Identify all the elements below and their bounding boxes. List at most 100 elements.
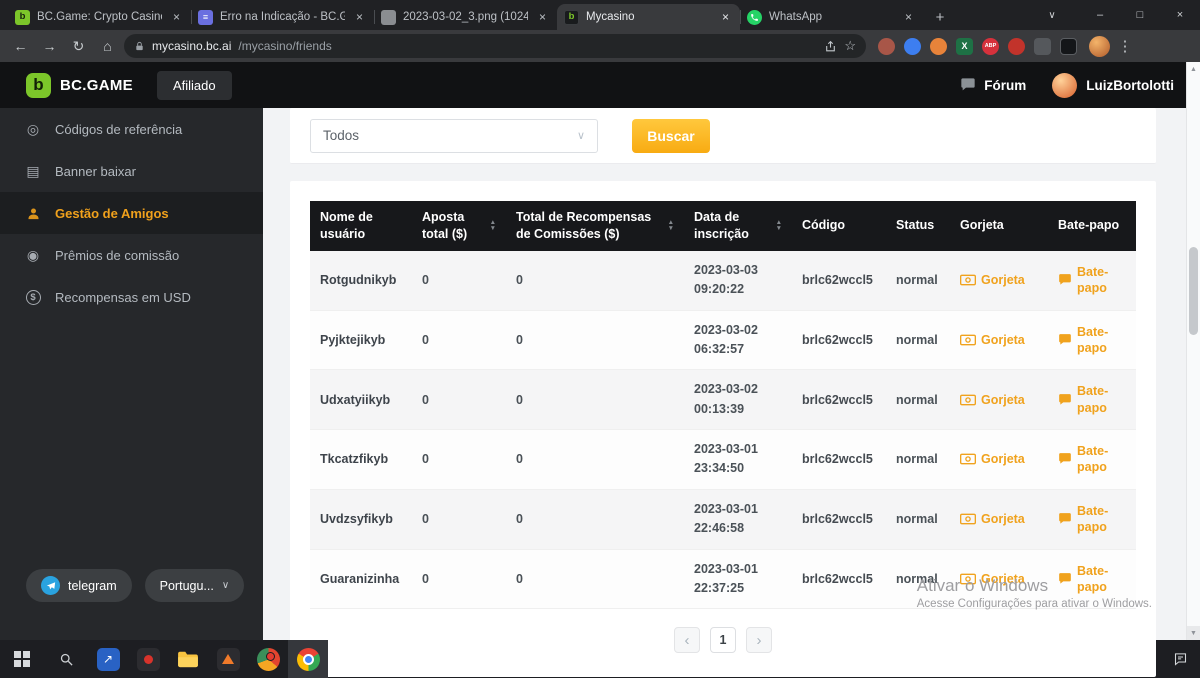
filter-select[interactable]: Todos ∨ — [310, 119, 598, 153]
mycasino-favicon: b — [564, 10, 579, 25]
scroll-down-icon[interactable]: ▼ — [1187, 626, 1200, 640]
bcgame-logo[interactable]: b BC.GAME — [26, 73, 133, 98]
tip-button[interactable]: Gorjeta — [960, 333, 1038, 347]
pinned-app-4-button[interactable] — [208, 640, 248, 678]
tip-button[interactable]: Gorjeta — [960, 512, 1038, 526]
file-explorer-button[interactable] — [168, 640, 208, 678]
sidebar-item-referral-codes[interactable]: ◎ Códigos de referência — [0, 108, 263, 150]
start-button[interactable] — [0, 640, 44, 678]
back-icon[interactable]: ← — [8, 34, 33, 59]
home-icon[interactable]: ⌂ — [95, 34, 120, 59]
pinned-app-2-button[interactable] — [128, 640, 168, 678]
pinned-app-1-button[interactable]: ↗ — [88, 640, 128, 678]
chat-button[interactable]: Bate-papo — [1058, 383, 1126, 416]
tab-mycasino-active[interactable]: b Mycasino × — [557, 4, 740, 30]
bet-total-cell: 0 — [422, 273, 429, 287]
sort-icon[interactable]: ▲▼ — [490, 220, 496, 231]
refresh-icon[interactable]: ↻ — [66, 34, 91, 59]
tab-image-png[interactable]: 2023-03-02_3.png (1024×76 × — [374, 4, 557, 30]
browser-menu-icon[interactable]: ⋮ — [1114, 37, 1136, 55]
tip-button[interactable]: Gorjeta — [960, 572, 1038, 586]
friends-icon — [24, 206, 42, 221]
signup-date-cell: 2023-03-0123:34:50 — [694, 440, 782, 479]
telegram-button[interactable]: telegram — [26, 569, 132, 602]
tab-bcgame[interactable]: b BC.Game: Crypto Casino Gam × — [8, 4, 191, 30]
pagination-prev-icon[interactable]: ‹ — [674, 627, 700, 653]
col-bet-total[interactable]: Aposta total ($) ▲▼ — [412, 201, 506, 251]
forward-icon[interactable]: → — [37, 34, 62, 59]
status-cell: normal — [896, 512, 938, 526]
tab-erro-indicacao[interactable]: ≡ Erro na Indicação - BC.Game × — [191, 4, 374, 30]
tip-button[interactable]: Gorjeta — [960, 393, 1038, 407]
sidebar-item-label: Banner baixar — [55, 164, 136, 179]
tab-search-chevron-icon[interactable]: ∨ — [1032, 0, 1072, 30]
adblock-extension-icon[interactable]: ABP — [982, 38, 999, 55]
forum-link[interactable]: Fórum — [960, 77, 1026, 93]
window-close-button[interactable]: × — [1160, 0, 1200, 30]
language-selector[interactable]: Portugu... ∨ — [145, 569, 245, 602]
chat-button[interactable]: Bate-papo — [1058, 563, 1126, 596]
extension-icon-8[interactable] — [1060, 38, 1077, 55]
pagination: ‹ 1 › — [310, 627, 1136, 653]
screen: b BC.Game: Crypto Casino Gam × ≡ Erro na… — [0, 0, 1200, 678]
user-menu[interactable]: LuizBortolotti — [1052, 73, 1174, 98]
site-header: b BC.GAME Afiliado Fórum LuizBortolotti — [0, 62, 1200, 108]
username-cell: Rotgudnikyb — [320, 273, 396, 287]
scroll-up-icon[interactable]: ▲ — [1187, 62, 1200, 76]
window-minimize-button[interactable]: – — [1080, 0, 1120, 30]
sidebar-item-banner-download[interactable]: ▤ Banner baixar — [0, 150, 263, 192]
pinned-app-5-button[interactable] — [248, 640, 288, 678]
telegram-icon — [41, 576, 60, 595]
tab-title: Erro na Indicação - BC.Game — [220, 11, 345, 23]
chat-button[interactable]: Bate-papo — [1058, 443, 1126, 476]
tab-close-icon[interactable]: × — [169, 10, 184, 25]
tab-whatsapp[interactable]: WhatsApp × — [740, 4, 923, 30]
sidebar-item-usd-rewards[interactable]: $ Recompensas em USD — [0, 276, 263, 318]
blue-app-icon: ↗ — [97, 648, 120, 671]
bookmark-star-icon[interactable]: ☆ — [844, 38, 856, 54]
extension-icon-3[interactable] — [930, 38, 947, 55]
extension-icon-6[interactable] — [1008, 38, 1025, 55]
address-bar[interactable]: mycasino.bc.ai/mycasino/friends ☆ — [124, 34, 866, 58]
tip-button[interactable]: Gorjeta — [960, 273, 1038, 287]
new-tab-button[interactable]: + — [927, 4, 953, 30]
chat-bubble-icon — [1058, 512, 1072, 526]
sidebar-item-friends-management[interactable]: Gestão de Amigos — [0, 192, 263, 234]
scrollbar-thumb[interactable] — [1189, 247, 1198, 335]
username-cell: Pyjktejikyb — [320, 333, 385, 347]
chat-button[interactable]: Bate-papo — [1058, 324, 1126, 357]
action-center-icon[interactable] — [1160, 640, 1200, 678]
pagination-page-1[interactable]: 1 — [710, 627, 736, 653]
tip-button[interactable]: Gorjeta — [960, 452, 1038, 466]
search-button[interactable]: Buscar — [632, 119, 710, 153]
bet-total-cell: 0 — [422, 393, 429, 407]
tab-close-icon[interactable]: × — [352, 10, 367, 25]
chat-button[interactable]: Bate-papo — [1058, 503, 1126, 536]
browser-profile-avatar[interactable] — [1089, 36, 1110, 57]
code-cell: brlc62wccl5 — [802, 393, 873, 407]
taskbar-search-button[interactable] — [44, 640, 88, 678]
code-cell: brlc62wccl5 — [802, 572, 873, 586]
share-icon[interactable] — [824, 40, 837, 53]
pagination-next-icon[interactable]: › — [746, 627, 772, 653]
chrome-taskbar-button[interactable] — [288, 640, 328, 678]
telegram-label: telegram — [68, 579, 117, 593]
extension-icon-7[interactable] — [1034, 38, 1051, 55]
tab-close-icon[interactable]: × — [718, 10, 733, 25]
col-signup-date[interactable]: Data de inscrição ▲▼ — [684, 201, 792, 251]
extension-icon-2[interactable] — [904, 38, 921, 55]
tab-close-icon[interactable]: × — [535, 10, 550, 25]
sort-icon[interactable]: ▲▼ — [776, 220, 782, 231]
excel-extension-icon[interactable]: X — [956, 38, 973, 55]
window-maximize-button[interactable]: □ — [1120, 0, 1160, 30]
rewards-cell: 0 — [516, 333, 523, 347]
sort-icon[interactable]: ▲▼ — [668, 220, 674, 231]
col-commission-rewards[interactable]: Total de Recompensas de Comissões ($) ▲▼ — [506, 201, 684, 251]
chat-button[interactable]: Bate-papo — [1058, 264, 1126, 297]
sidebar-item-commission-prizes[interactable]: ◉ Prêmios de comissão — [0, 234, 263, 276]
page-scrollbar[interactable]: ▲ ▼ — [1186, 62, 1200, 640]
affiliate-button[interactable]: Afiliado — [157, 71, 232, 100]
extension-icon-1[interactable] — [878, 38, 895, 55]
chat-bubble-icon — [1058, 333, 1072, 347]
tab-close-icon[interactable]: × — [901, 10, 916, 25]
